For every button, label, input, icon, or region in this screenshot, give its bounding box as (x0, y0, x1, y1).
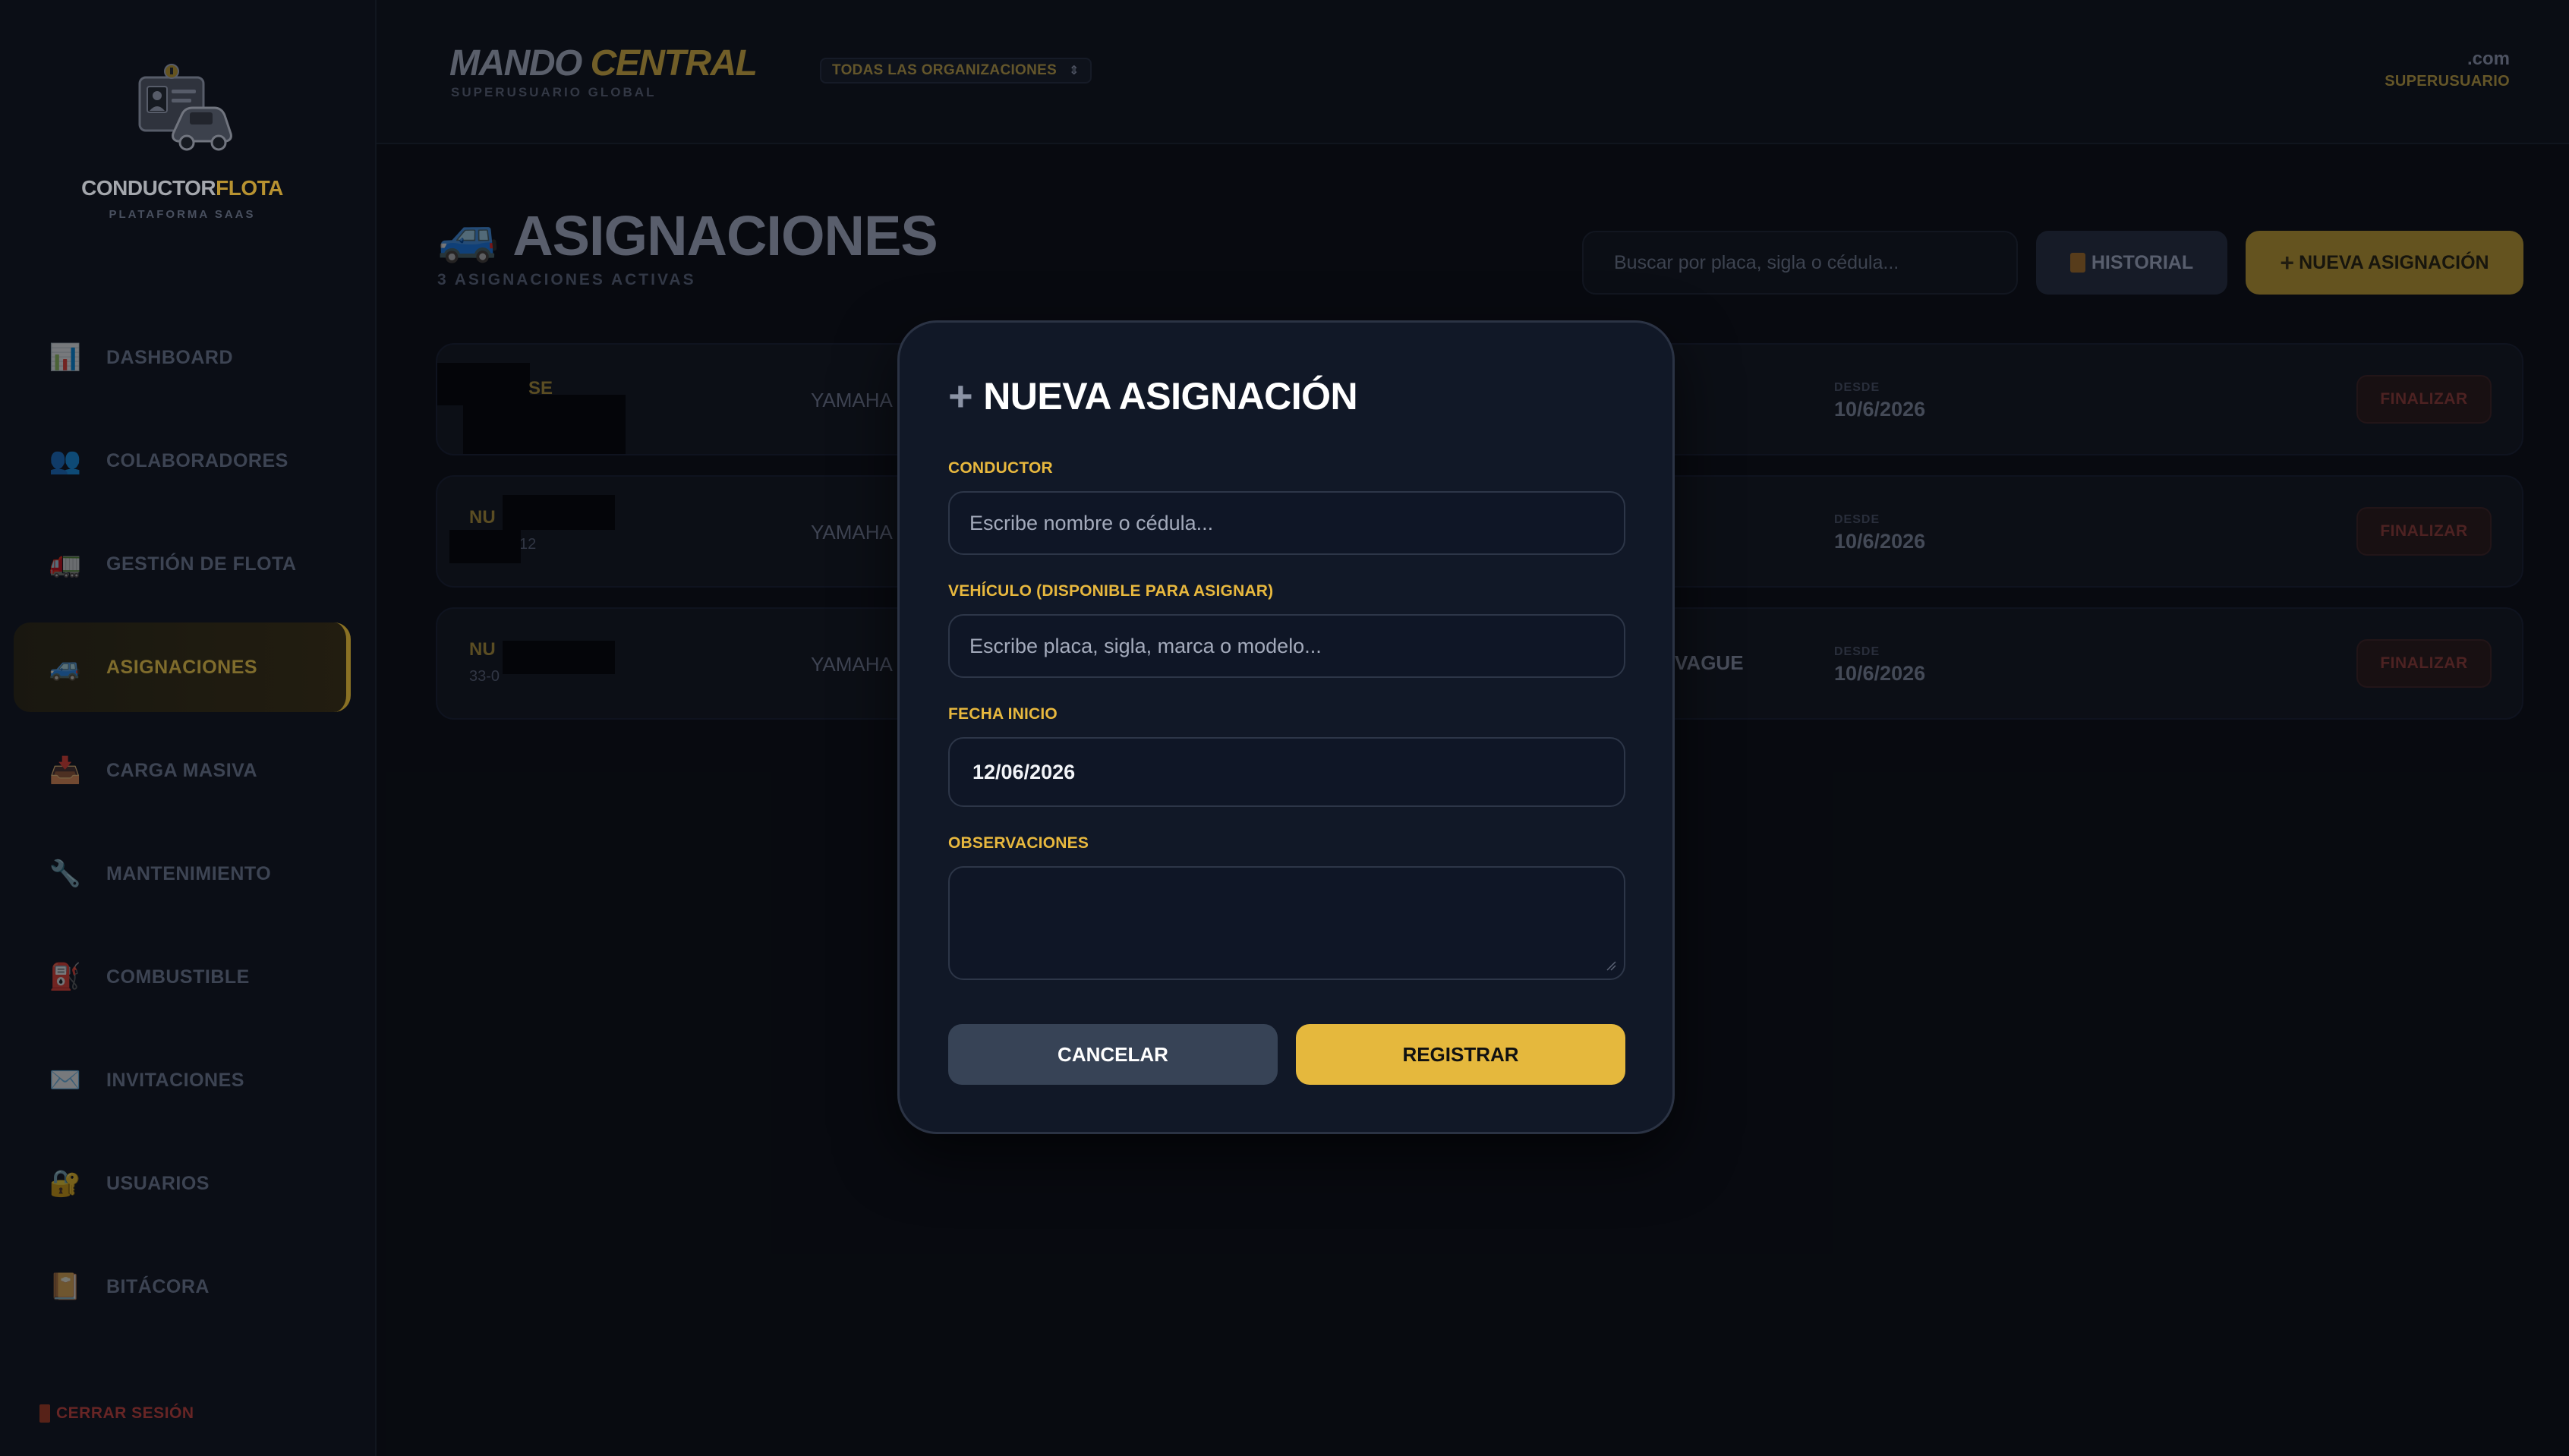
conductor-input[interactable] (948, 491, 1625, 555)
register-button[interactable]: REGISTRAR (1296, 1024, 1625, 1085)
start-date-label: FECHA INICIO (948, 705, 1058, 723)
notes-textarea[interactable] (948, 866, 1625, 980)
vehicle-label: VEHÍCULO (DISPONIBLE PARA ASIGNAR) (948, 582, 1274, 600)
modal-title-text: NUEVA ASIGNACIÓN (983, 374, 1358, 418)
start-date-input[interactable]: 12/06/2026 (948, 737, 1625, 807)
plus-icon: + (948, 372, 973, 420)
new-assignment-modal: + NUEVA ASIGNACIÓN CONDUCTOR VEHÍCULO (D… (897, 320, 1675, 1134)
vehicle-input[interactable] (948, 614, 1625, 678)
modal-title: + NUEVA ASIGNACIÓN (948, 371, 1358, 421)
cancel-button[interactable]: CANCELAR (948, 1024, 1278, 1085)
notes-label: OBSERVACIONES (948, 834, 1089, 852)
conductor-label: CONDUCTOR (948, 459, 1053, 477)
resize-grip-icon[interactable] (1606, 960, 1616, 971)
